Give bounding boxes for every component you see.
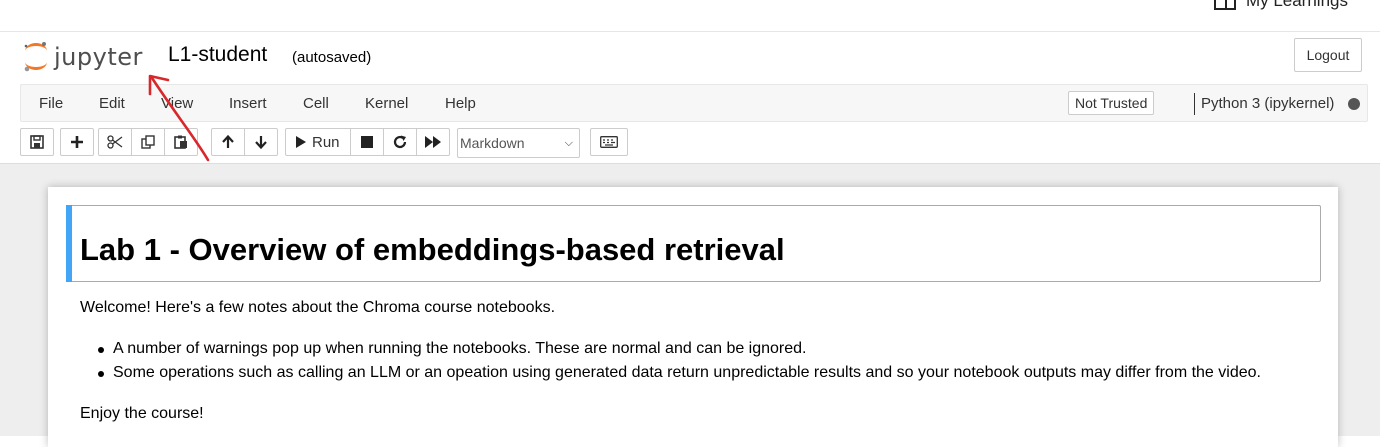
restart-icon	[393, 135, 406, 149]
annotation-arrow-icon	[148, 74, 210, 162]
keyboard-icon	[600, 136, 618, 148]
move-group	[211, 128, 278, 156]
notebook-area: Lab 1 - Overview of embeddings-based ret…	[0, 163, 1380, 447]
insert-cell-button[interactable]	[60, 128, 94, 156]
command-palette-button[interactable]	[590, 128, 628, 156]
kernel-separator	[1194, 93, 1195, 115]
stop-icon	[360, 136, 373, 148]
jupyter-logo[interactable]: jupyter	[22, 40, 143, 74]
kernel-name[interactable]: Python 3 (ipykernel)	[1201, 95, 1334, 112]
logout-button[interactable]: Logout	[1294, 38, 1362, 72]
menu-bar: File Edit View Insert Cell Kernel Help N…	[20, 84, 1368, 122]
menu-help[interactable]: Help	[445, 95, 476, 112]
chevron-down-icon: ⌵	[564, 137, 573, 149]
plus-icon	[71, 136, 83, 148]
autosave-status: (autosaved)	[292, 49, 372, 66]
insert-group	[60, 128, 94, 156]
menu-kernel[interactable]: Kernel	[365, 95, 408, 112]
my-learnings-link[interactable]: My Learnings	[1213, 0, 1348, 11]
save-button[interactable]	[20, 128, 54, 156]
menu-edit[interactable]: Edit	[99, 95, 125, 112]
jupyter-logo-icon	[24, 42, 47, 72]
notebook-toolbar: Run Markdown ⌵	[20, 128, 1368, 158]
menu-cell[interactable]: Cell	[303, 95, 329, 112]
jupyter-logo-text: jupyter	[54, 43, 143, 71]
save-icon	[30, 135, 44, 149]
notebook-heading: Lab 1 - Overview of embeddings-based ret…	[80, 232, 785, 267]
run-label: Run	[312, 133, 340, 151]
run-button[interactable]: Run	[285, 128, 351, 156]
notebook-title[interactable]: L1-student	[168, 43, 267, 67]
cut-button[interactable]	[98, 128, 132, 156]
keyboard-group	[590, 128, 628, 156]
not-trusted-button[interactable]: Not Trusted	[1068, 91, 1155, 115]
list-item: Some operations such as calling an LLM o…	[98, 361, 1261, 385]
top-strip: My Learnings	[0, 0, 1380, 32]
arrow-down-icon	[255, 136, 267, 149]
notes-list: A number of warnings pop up when running…	[98, 337, 1261, 385]
menu-file[interactable]: File	[39, 95, 63, 112]
selected-markdown-cell[interactable]: Lab 1 - Overview of embeddings-based ret…	[66, 205, 1321, 282]
cell-type-value: Markdown	[460, 135, 525, 151]
cut-icon	[107, 135, 123, 149]
run-group: Run	[285, 128, 450, 156]
play-icon	[296, 136, 306, 148]
save-group	[20, 128, 54, 156]
list-item: A number of warnings pop up when running…	[98, 337, 1261, 361]
closing-text: Enjoy the course!	[80, 405, 204, 422]
restart-button[interactable]	[382, 128, 417, 156]
cell-type-select[interactable]: Markdown ⌵	[457, 128, 580, 158]
my-learnings-label: My Learnings	[1245, 0, 1348, 10]
interrupt-button[interactable]	[349, 128, 384, 156]
intro-text: Welcome! Here's a few notes about the Ch…	[80, 299, 556, 316]
kernel-status-icon	[1348, 98, 1360, 110]
fast-forward-icon	[424, 136, 441, 148]
run-all-button[interactable]	[415, 128, 450, 156]
arrow-up-icon	[222, 135, 234, 148]
menu-insert[interactable]: Insert	[229, 95, 267, 112]
move-down-button[interactable]	[244, 128, 278, 156]
book-icon	[1213, 0, 1236, 10]
notebook-page: Lab 1 - Overview of embeddings-based ret…	[48, 187, 1338, 447]
